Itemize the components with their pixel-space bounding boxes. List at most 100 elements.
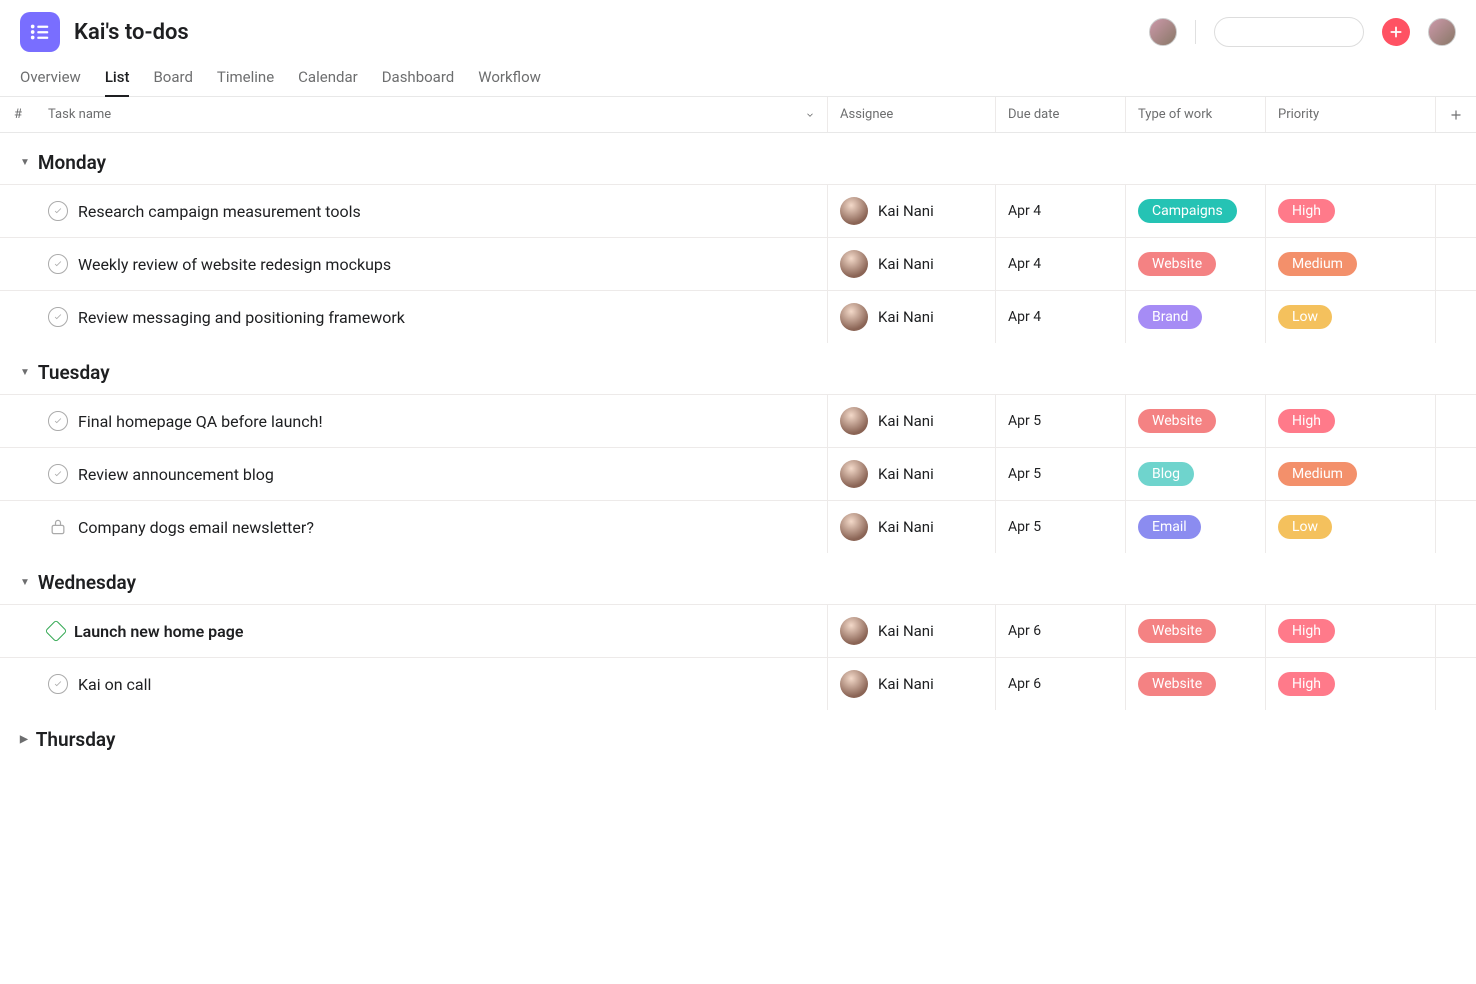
task-name-cell[interactable]: Research campaign measurement tools: [36, 185, 828, 237]
section-header[interactable]: ▼Tuesday: [0, 343, 1476, 394]
task-name-cell[interactable]: Review announcement blog: [36, 448, 828, 500]
list-icon: [29, 21, 51, 43]
task-name-cell[interactable]: Company dogs email newsletter?: [36, 501, 828, 553]
assignee-cell[interactable]: Kai Nani: [828, 501, 996, 553]
complete-checkbox[interactable]: [48, 307, 68, 327]
approval-icon[interactable]: [48, 517, 68, 537]
col-task-name[interactable]: Task name: [36, 97, 828, 132]
task-row[interactable]: Final homepage QA before launch! Kai Nani…: [0, 394, 1476, 447]
col-index: #: [0, 97, 36, 132]
priority-cell[interactable]: High: [1266, 605, 1436, 657]
search-input[interactable]: [1231, 25, 1407, 40]
milestone-icon[interactable]: [45, 620, 68, 643]
plus-icon: [1389, 25, 1403, 39]
search-box[interactable]: [1214, 17, 1364, 47]
priority-cell[interactable]: High: [1266, 658, 1436, 710]
task-row[interactable]: Research campaign measurement toolsKai N…: [0, 184, 1476, 237]
complete-checkbox[interactable]: [48, 411, 68, 431]
type-cell[interactable]: Website: [1126, 658, 1266, 710]
section-header[interactable]: ▼ Monday: [0, 133, 1476, 184]
priority-pill: Low: [1278, 305, 1332, 329]
tab-calendar[interactable]: Calendar: [298, 60, 358, 96]
priority-cell[interactable]: High: [1266, 185, 1436, 237]
type-cell[interactable]: Website: [1126, 395, 1266, 447]
type-pill: Blog: [1138, 462, 1194, 486]
type-cell[interactable]: Campaigns: [1126, 185, 1266, 237]
assignee-cell[interactable]: Kai Nani: [828, 395, 996, 447]
task-name-cell[interactable]: Final homepage QA before launch!: [36, 395, 828, 447]
due-date-cell[interactable]: Apr 4: [996, 238, 1126, 290]
priority-cell[interactable]: Low: [1266, 501, 1436, 553]
priority-pill: High: [1278, 619, 1335, 643]
complete-checkbox[interactable]: [48, 201, 68, 221]
row-trailing: [1436, 501, 1476, 553]
task-row[interactable]: Weekly review of website redesign mockup…: [0, 237, 1476, 290]
section-name: Monday: [38, 151, 106, 174]
due-date-cell[interactable]: Apr 5: [996, 395, 1126, 447]
col-assignee[interactable]: Assignee: [828, 97, 996, 132]
task-sections: ▼ Monday Research campaign measurement too…: [0, 133, 1476, 761]
due-date-cell[interactable]: Apr 6: [996, 658, 1126, 710]
due-date-cell[interactable]: Apr 4: [996, 185, 1126, 237]
add-button[interactable]: [1382, 18, 1410, 46]
caret-right-icon: ▶: [20, 734, 28, 745]
task-row[interactable]: Launch new home pageKai NaniApr 6Website…: [0, 604, 1476, 657]
type-cell[interactable]: Website: [1126, 605, 1266, 657]
col-priority[interactable]: Priority: [1266, 97, 1436, 132]
tab-list[interactable]: List: [105, 60, 130, 96]
assignee-cell[interactable]: Kai Nani: [828, 658, 996, 710]
tab-timeline[interactable]: Timeline: [217, 60, 274, 96]
task-name-cell[interactable]: Weekly review of website redesign mockup…: [36, 238, 828, 290]
section-header[interactable]: ▶Thursday: [0, 710, 1476, 761]
row-trailing: [1436, 185, 1476, 237]
complete-checkbox[interactable]: [48, 674, 68, 694]
task-name: Final homepage QA before launch!: [78, 412, 323, 431]
task-row[interactable]: Kai on callKai NaniApr 6 Website High: [0, 657, 1476, 710]
user-avatar[interactable]: [1428, 18, 1456, 46]
priority-cell[interactable]: Medium: [1266, 238, 1436, 290]
add-column-button[interactable]: [1436, 98, 1476, 132]
member-avatar[interactable]: [1149, 18, 1177, 46]
priority-cell[interactable]: Low: [1266, 291, 1436, 343]
row-gutter: [0, 395, 36, 447]
chevron-down-icon[interactable]: [805, 110, 815, 120]
type-cell[interactable]: Blog: [1126, 448, 1266, 500]
due-date-cell[interactable]: Apr 6: [996, 605, 1126, 657]
task-name-cell[interactable]: Launch new home page: [36, 605, 828, 657]
tab-overview[interactable]: Overview: [20, 60, 81, 96]
due-date-cell[interactable]: Apr 5: [996, 501, 1126, 553]
tab-board[interactable]: Board: [153, 60, 192, 96]
task-row[interactable]: Review announcement blogKai NaniApr 5 Blo…: [0, 447, 1476, 500]
tab-dashboard[interactable]: Dashboard: [382, 60, 455, 96]
assignee-avatar: [840, 407, 868, 435]
assignee-cell[interactable]: Kai Nani: [828, 291, 996, 343]
row-gutter: [0, 185, 36, 237]
assignee-name: Kai Nani: [878, 255, 934, 273]
task-name-cell[interactable]: Kai on call: [36, 658, 828, 710]
priority-pill: Low: [1278, 515, 1332, 539]
tab-workflow[interactable]: Workflow: [478, 60, 541, 96]
assignee-cell[interactable]: Kai Nani: [828, 605, 996, 657]
priority-pill: High: [1278, 672, 1335, 696]
caret-down-icon: ▼: [20, 157, 30, 168]
priority-cell[interactable]: Medium: [1266, 448, 1436, 500]
complete-checkbox[interactable]: [48, 254, 68, 274]
type-cell[interactable]: Brand: [1126, 291, 1266, 343]
priority-cell[interactable]: High: [1266, 395, 1436, 447]
assignee-cell[interactable]: Kai Nani: [828, 238, 996, 290]
col-due-date[interactable]: Due date: [996, 97, 1126, 132]
assignee-cell[interactable]: Kai Nani: [828, 185, 996, 237]
due-date-cell[interactable]: Apr 4: [996, 291, 1126, 343]
assignee-cell[interactable]: Kai Nani: [828, 448, 996, 500]
due-date-cell[interactable]: Apr 5: [996, 448, 1126, 500]
complete-checkbox[interactable]: [48, 464, 68, 484]
type-cell[interactable]: Email: [1126, 501, 1266, 553]
task-name-cell[interactable]: Review messaging and positioning framewo…: [36, 291, 828, 343]
task-row[interactable]: Review messaging and positioning framewo…: [0, 290, 1476, 343]
task-row[interactable]: Company dogs email newsletter?Kai NaniAp…: [0, 500, 1476, 553]
section-header[interactable]: ▼Wednesday: [0, 553, 1476, 604]
type-cell[interactable]: Website: [1126, 238, 1266, 290]
row-trailing: [1436, 658, 1476, 710]
type-pill: Website: [1138, 672, 1216, 696]
col-type-of-work[interactable]: Type of work: [1126, 97, 1266, 132]
